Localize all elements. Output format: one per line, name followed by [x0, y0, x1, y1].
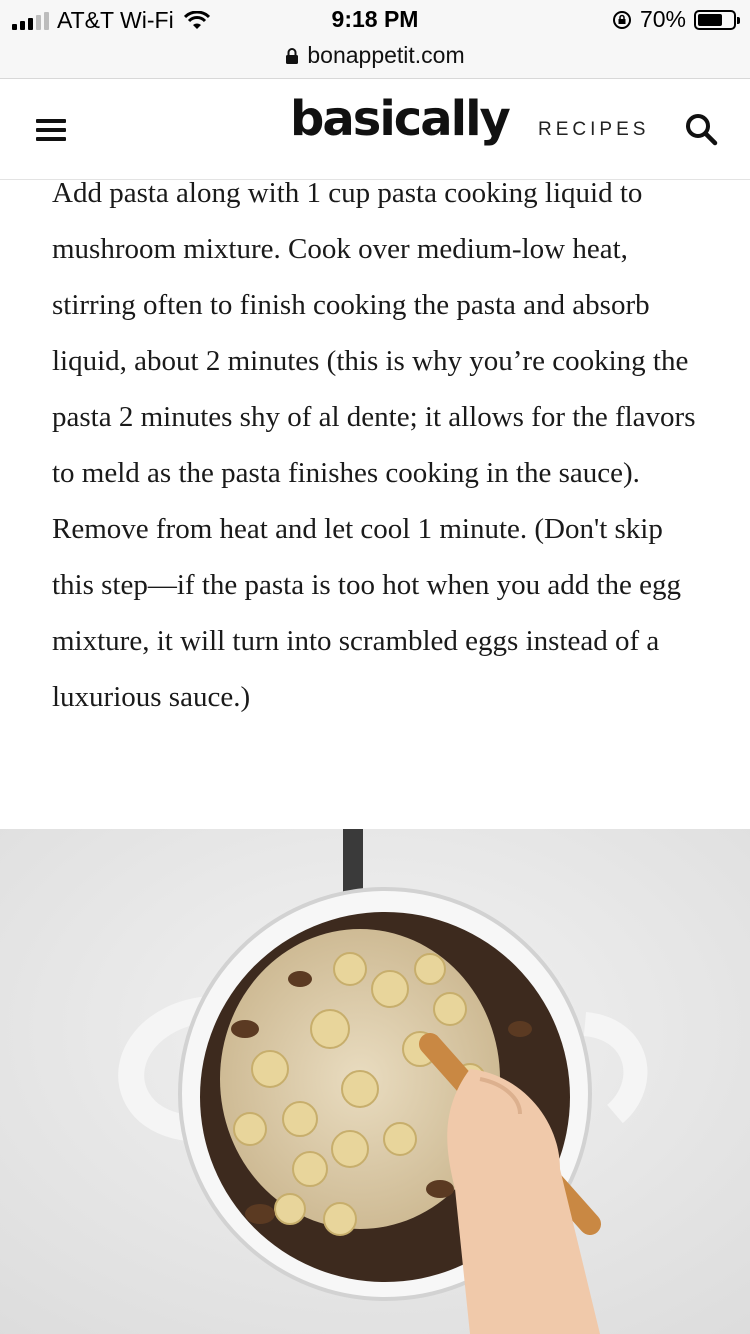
nav-recipes-link[interactable]: RECIPES: [538, 119, 649, 141]
site-header: basically RECIPES: [0, 79, 750, 180]
recipe-step-text: Add pasta along with 1 cup pasta cooking…: [52, 180, 696, 713]
padlock-icon: [286, 47, 299, 64]
article-viewport: Add pasta along with 1 cup pasta cooking…: [0, 180, 750, 830]
recipe-photo: [0, 829, 750, 1334]
status-right: 70%: [612, 6, 740, 33]
article-body: Add pasta along with 1 cup pasta cooking…: [52, 180, 712, 725]
search-icon[interactable]: [684, 112, 718, 146]
rotation-lock-icon: [612, 10, 631, 29]
address-bar[interactable]: bonappetit.com: [0, 40, 750, 79]
battery-icon: [694, 9, 740, 30]
status-bar: AT&T Wi-Fi 9:18 PM 70%: [0, 0, 750, 40]
url-text[interactable]: bonappetit.com: [307, 42, 464, 69]
hamburger-menu-icon[interactable]: [36, 119, 66, 141]
battery-fill: [698, 13, 722, 26]
battery-percent: 70%: [639, 6, 686, 32]
pot-with-pasta-illustration: [0, 829, 750, 1334]
site-logo[interactable]: basically: [290, 91, 511, 147]
